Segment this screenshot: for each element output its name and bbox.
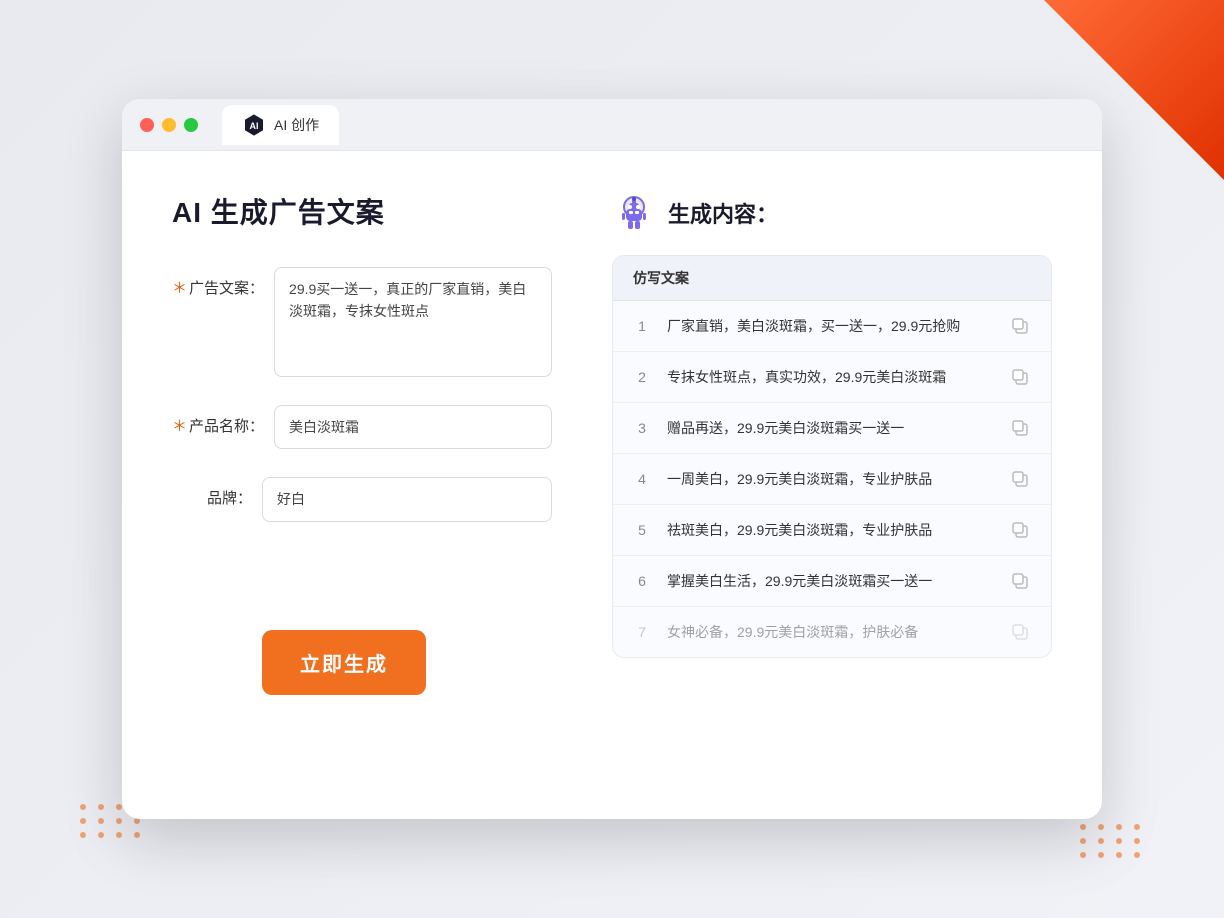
browser-content: AI 生成广告文案 ＊广告文案： 29.9买一送一，真正的厂家直销，美白淡斑霜，… [122,151,1102,811]
row-text: 厂家直销，美白淡斑霜，买一送一，29.9元抢购 [667,316,993,337]
right-panel: 生成内容： 仿写文案 1 厂家直销，美白淡斑霜，买一送一，29.9元抢购 2 专抹女… [612,191,1052,771]
row-text: 女神必备，29.9元美白淡斑霜，护肤必备 [667,622,993,643]
result-title: 生成内容： [668,197,778,229]
robot-icon [612,191,656,235]
row-number: 3 [633,420,651,436]
browser-window: AI AI 创作 AI 生成广告文案 ＊广告文案： 29.9买一送一，真正的厂家… [122,99,1102,819]
brand-label: 品牌： [172,477,262,508]
ad-copy-label: ＊广告文案： [172,267,274,298]
ad-copy-row: ＊广告文案： 29.9买一送一，真正的厂家直销，美白淡斑霜，专抹女性斑点 [172,267,552,377]
copy-icon[interactable] [1009,570,1031,592]
table-row: 7 女神必备，29.9元美白淡斑霜，护肤必备 [613,607,1051,657]
tab-label: AI 创作 [274,115,319,135]
result-header: 生成内容： [612,191,1052,235]
row-number: 5 [633,522,651,538]
table-row: 4 一周美白，29.9元美白淡斑霜，专业护肤品 [613,454,1051,505]
close-button[interactable] [140,118,154,132]
ai-tab[interactable]: AI AI 创作 [222,105,339,145]
row-text: 祛斑美白，29.9元美白淡斑霜，专业护肤品 [667,520,993,541]
maximize-button[interactable] [184,118,198,132]
product-name-label: ＊产品名称： [172,405,274,436]
copy-icon[interactable] [1009,315,1031,337]
copy-icon[interactable] [1009,621,1031,643]
row-number: 1 [633,318,651,334]
deco-dots-right [1080,824,1144,858]
browser-titlebar: AI AI 创作 [122,99,1102,151]
product-name-row: ＊产品名称： [172,405,552,449]
table-row: 6 掌握美白生活，29.9元美白淡斑霜买一送一 [613,556,1051,607]
table-row: 2 专抹女性斑点，真实功效，29.9元美白淡斑霜 [613,352,1051,403]
row-text: 专抹女性斑点，真实功效，29.9元美白淡斑霜 [667,367,993,388]
copy-icon[interactable] [1009,417,1031,439]
row-text: 掌握美白生活，29.9元美白淡斑霜买一送一 [667,571,993,592]
row-number: 4 [633,471,651,487]
svg-text:AI: AI [250,121,259,131]
table-row: 1 厂家直销，美白淡斑霜，买一送一，29.9元抢购 [613,301,1051,352]
left-panel: AI 生成广告文案 ＊广告文案： 29.9买一送一，真正的厂家直销，美白淡斑霜，… [172,191,552,771]
traffic-lights [140,118,198,132]
generate-button[interactable]: 立即生成 [262,630,426,695]
result-table: 仿写文案 1 厂家直销，美白淡斑霜，买一送一，29.9元抢购 2 专抹女性斑点，真实… [612,255,1052,658]
copy-icon[interactable] [1009,366,1031,388]
ad-copy-input[interactable]: 29.9买一送一，真正的厂家直销，美白淡斑霜，专抹女性斑点 [274,267,552,377]
row-text: 赠品再送，29.9元美白淡斑霜买一送一 [667,418,993,439]
ai-hex-icon: AI [242,113,266,137]
table-row: 3 赠品再送，29.9元美白淡斑霜买一送一 [613,403,1051,454]
table-header: 仿写文案 [613,256,1051,301]
copy-icon[interactable] [1009,468,1031,490]
row-number: 7 [633,624,651,640]
row-text: 一周美白，29.9元美白淡斑霜，专业护肤品 [667,469,993,490]
brand-row: 品牌： [172,477,552,521]
page-title: AI 生成广告文案 [172,191,552,231]
row-number: 6 [633,573,651,589]
table-row: 5 祛斑美白，29.9元美白淡斑霜，专业护肤品 [613,505,1051,556]
row-number: 2 [633,369,651,385]
copy-icon[interactable] [1009,519,1031,541]
product-name-input[interactable] [274,405,552,449]
minimize-button[interactable] [162,118,176,132]
product-name-required: ＊ [172,418,187,435]
brand-input[interactable] [262,477,552,521]
ad-copy-required: ＊ [172,280,187,297]
